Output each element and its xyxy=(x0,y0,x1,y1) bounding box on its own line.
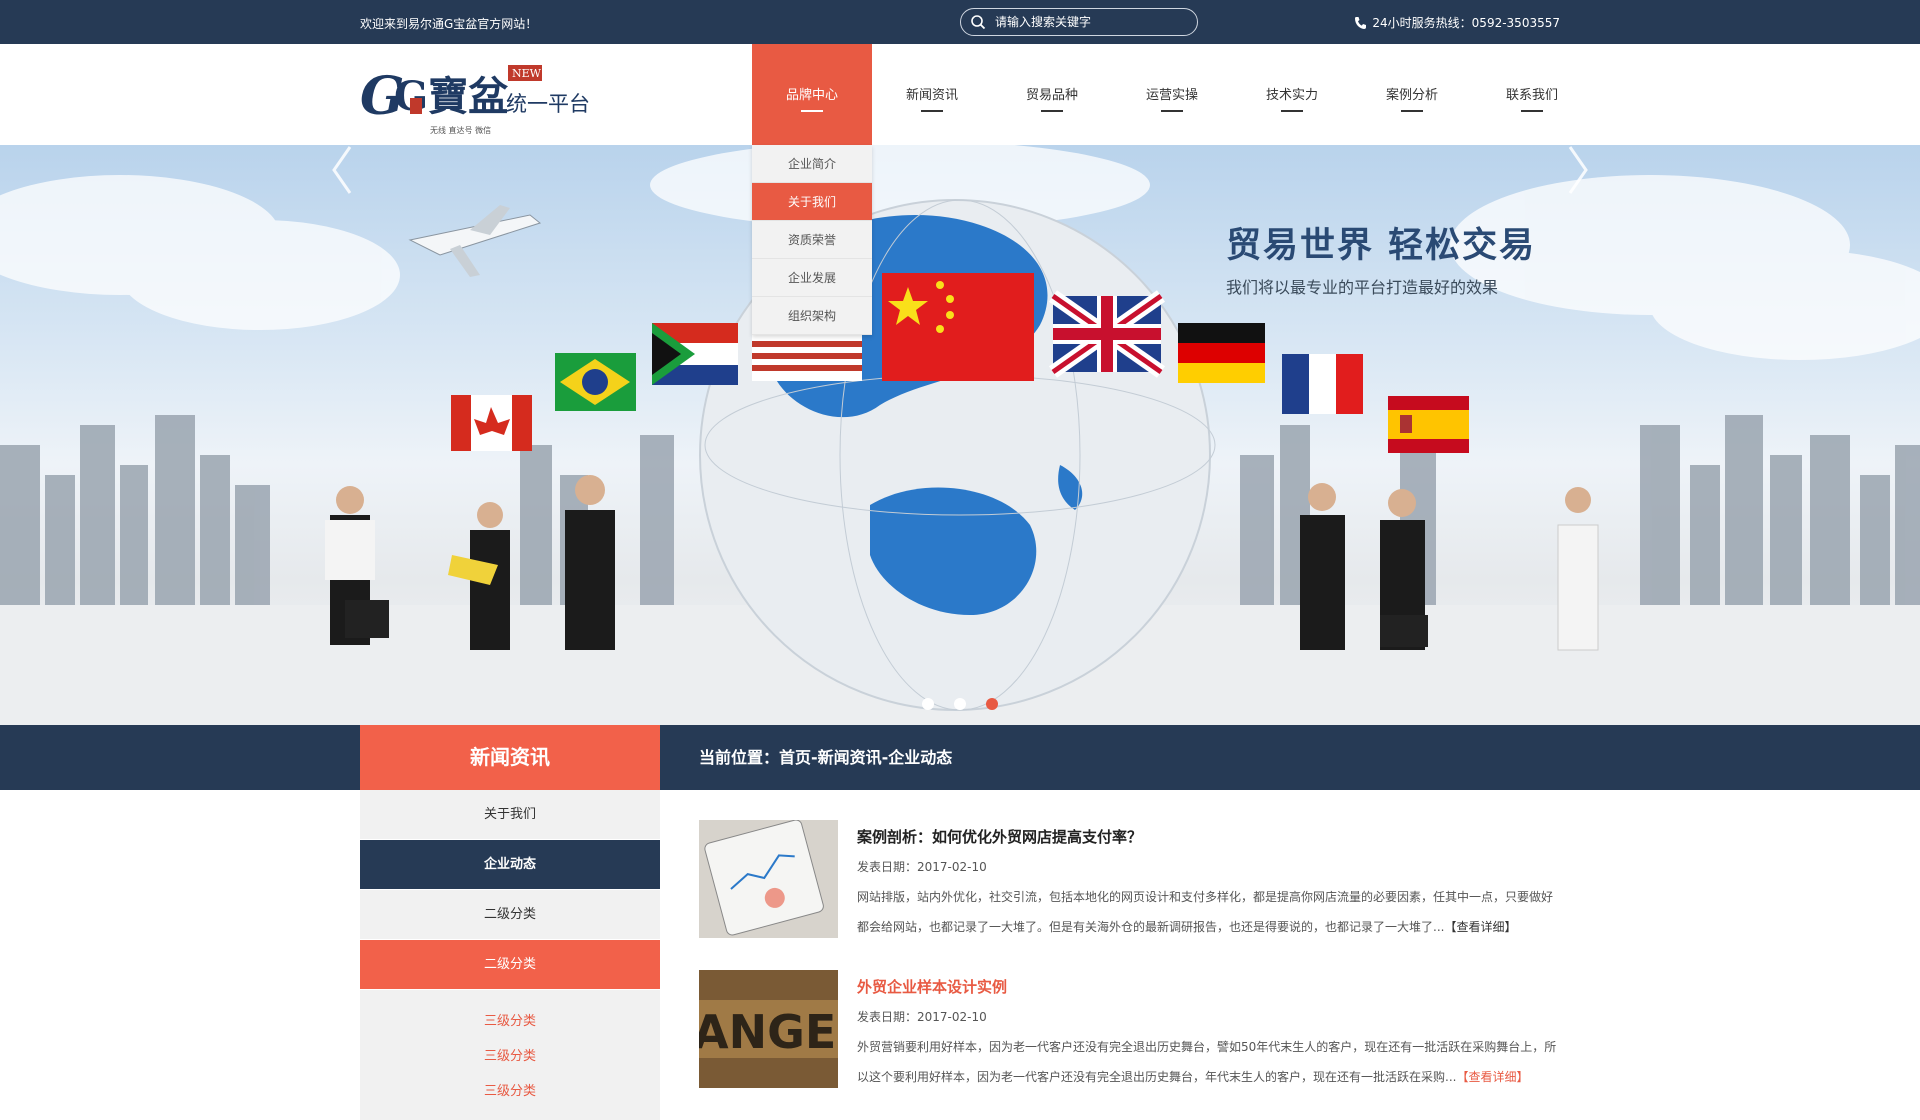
nav-underline xyxy=(1521,110,1543,112)
nav-label: 案例分析 xyxy=(1385,88,1438,103)
change-sign-image: ANGE xyxy=(699,970,838,1088)
nav-label: 运营实操 xyxy=(1145,88,1198,103)
dropdown-item-honors[interactable]: 资质荣誉 xyxy=(752,221,872,259)
banner-next-arrow[interactable] xyxy=(1566,145,1590,195)
nav-item-cases[interactable]: 案例分析 xyxy=(1352,44,1472,145)
article-thumbnail[interactable] xyxy=(699,820,838,938)
logo-tagline: 统一平台 xyxy=(506,92,590,116)
dropdown-item-about[interactable]: 关于我们 xyxy=(752,183,872,221)
nav-item-tech[interactable]: 技术实力 xyxy=(1232,44,1352,145)
sidebar: 关于我们 企业动态 二级分类 二级分类 三级分类 三级分类 三级分类 xyxy=(360,790,660,1120)
article-date: 发表日期：2017-02-10 xyxy=(857,860,987,874)
nav-item-brand-center[interactable]: 品牌中心 xyxy=(752,44,872,145)
article-item: 案例剖析：如何优化外贸网店提高支付率？ 发表日期：2017-02-10 网站排版… xyxy=(699,820,1559,940)
tablet-chart-image xyxy=(699,820,838,938)
article-more-link[interactable]: 【查看详细】 xyxy=(1456,1070,1528,1084)
dropdown-item-structure[interactable]: 组织架构 xyxy=(752,297,872,335)
nav-underline xyxy=(1401,110,1423,112)
nav-underline xyxy=(1161,110,1183,112)
sidebar-item-company-news[interactable]: 企业动态 xyxy=(360,840,660,890)
sidebar-subitem-1[interactable]: 三级分类 xyxy=(360,1004,660,1039)
nav-label: 贸易品种 xyxy=(1025,88,1078,103)
sidebar-subitem-3[interactable]: 三级分类 xyxy=(360,1074,660,1109)
logo-sub: 无线 直达号 微信 xyxy=(430,125,491,135)
banner-prev-arrow[interactable] xyxy=(330,145,354,195)
dropdown-item-development[interactable]: 企业发展 xyxy=(752,259,872,297)
nav-underline xyxy=(801,110,823,112)
sidebar-item-about[interactable]: 关于我们 xyxy=(360,790,660,840)
nav-underline xyxy=(1041,110,1063,112)
header: G G寶盆 NEW 统一平台 无线 直达号 微信 品牌中心 新闻资讯 贸易品种 … xyxy=(0,44,1920,335)
nav-label: 新闻资讯 xyxy=(905,88,958,103)
article-thumbnail[interactable]: ANGE xyxy=(699,970,838,1088)
main-nav: 品牌中心 新闻资讯 贸易品种 运营实操 技术实力 案例分析 联系我们 xyxy=(752,44,1592,145)
article-more-link[interactable]: 【查看详细】 xyxy=(1444,920,1516,934)
nav-item-trade-types[interactable]: 贸易品种 xyxy=(992,44,1112,145)
nav-item-news[interactable]: 新闻资讯 xyxy=(872,44,992,145)
dropdown-item-intro[interactable]: 企业简介 xyxy=(752,145,872,183)
sidebar-item-subcategory-2[interactable]: 二级分类 xyxy=(360,940,660,990)
nav-label: 联系我们 xyxy=(1505,88,1558,103)
svg-text:ANGE: ANGE xyxy=(699,1005,836,1059)
nav-label: 技术实力 xyxy=(1265,88,1318,103)
article-desc-text: 外贸营销要利用好样本，因为老一代客户还没有完全退出历史舞台，譬如50年代末生人的… xyxy=(857,1040,1557,1084)
nav-label: 品牌中心 xyxy=(785,88,838,103)
nav-underline xyxy=(1281,110,1303,112)
article-description: 网站排版，站内外优化，社交引流，包括本地化的网页设计和支付多样化，都是提高你网店… xyxy=(857,882,1559,942)
article-item: ANGE 外贸企业样本设计实例 发表日期：2017-02-10 外贸营销要利用好… xyxy=(699,970,1559,1090)
sidebar-subitem-2[interactable]: 三级分类 xyxy=(360,1039,660,1074)
nav-underline xyxy=(921,110,943,112)
nav-item-operations[interactable]: 运营实操 xyxy=(1112,44,1232,145)
article-title[interactable]: 案例剖析：如何优化外贸网店提高支付率？ xyxy=(857,826,1142,847)
article-date: 发表日期：2017-02-10 xyxy=(857,1010,987,1024)
logo-badge: NEW xyxy=(512,67,542,80)
article-description: 外贸营销要利用好样本，因为老一代客户还没有完全退出历史舞台，譬如50年代末生人的… xyxy=(857,1032,1559,1092)
logo-graphic: G G寶盆 NEW 统一平台 无线 直达号 微信 xyxy=(360,65,590,135)
nav-item-contact[interactable]: 联系我们 xyxy=(1472,44,1592,145)
sidebar-item-subcategory-1[interactable]: 二级分类 xyxy=(360,890,660,940)
article-title[interactable]: 外贸企业样本设计实例 xyxy=(857,976,1007,997)
logo[interactable]: G G寶盆 NEW 统一平台 无线 直达号 微信 xyxy=(360,60,600,140)
nav-dropdown: 企业简介 关于我们 资质荣誉 企业发展 组织架构 xyxy=(752,145,872,335)
